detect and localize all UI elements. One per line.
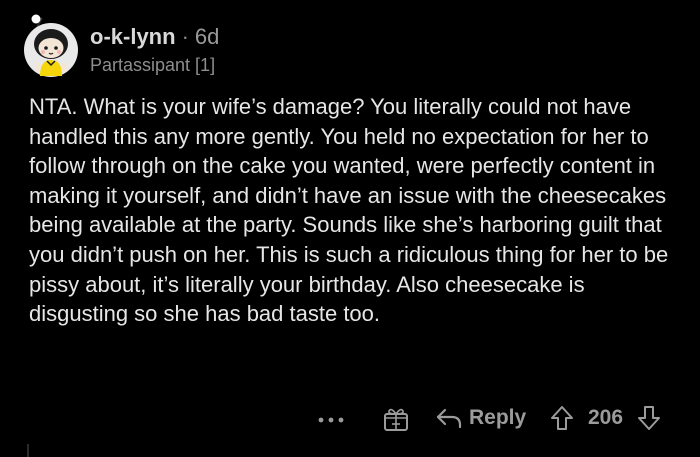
thread-line xyxy=(27,444,29,457)
reply-button[interactable]: Reply xyxy=(435,404,526,432)
vote-score: 206 xyxy=(588,406,624,429)
reply-label: Reply xyxy=(469,406,527,429)
author-username[interactable]: o-k-lynn xyxy=(90,24,176,49)
comment-actions-bar: Reply 206 xyxy=(0,396,700,440)
meta-separator: · xyxy=(181,24,189,49)
downvote-arrow-icon[interactable] xyxy=(637,404,661,432)
comment: o-k-lynn · 6d Partassipant [1] NTA. What i… xyxy=(0,0,700,457)
more-options-icon[interactable] xyxy=(316,410,348,426)
gift-award-icon[interactable] xyxy=(383,406,409,432)
comment-body: NTA. What is your wife’s damage? You lit… xyxy=(29,94,669,327)
comment-age: 6d xyxy=(194,24,220,49)
vote-controls: 206 xyxy=(550,403,661,433)
upvote-arrow-icon[interactable] xyxy=(550,404,574,432)
author-line: o-k-lynn · 6d xyxy=(90,24,219,50)
user-flair: Partassipant [1] xyxy=(90,55,216,75)
reply-arrow-icon xyxy=(436,408,462,429)
comment-meta: o-k-lynn · 6d Partassipant [1] xyxy=(90,24,219,76)
snoo-avatar-icon[interactable] xyxy=(18,14,78,78)
